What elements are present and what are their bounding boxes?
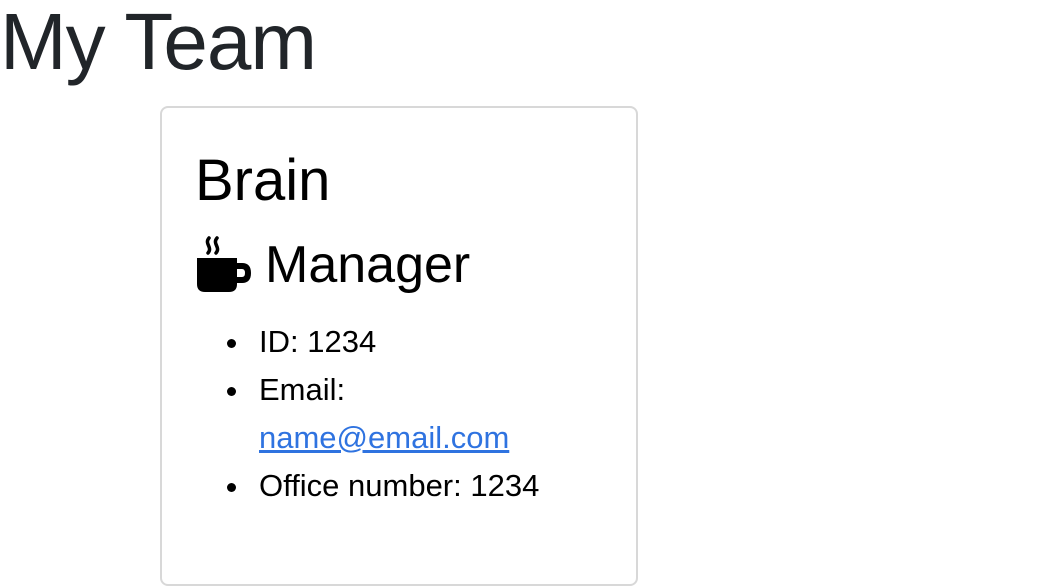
office-label: Office number: — [259, 468, 471, 503]
id-label: ID: — [259, 324, 308, 359]
office-value: 1234 — [470, 468, 540, 503]
email-link[interactable]: name@email.com — [259, 420, 509, 455]
list-item-id: ID: 1234 — [227, 318, 557, 366]
employee-info-list: ID: 1234 Email: name@email.com Office num… — [227, 318, 557, 510]
coffee-mug-icon — [195, 236, 253, 294]
list-item-office: Office number: 1234 — [227, 462, 557, 510]
page-title: My Team — [0, 0, 317, 86]
role-label: Manager — [265, 236, 471, 294]
list-item-email: Email: name@email.com — [227, 366, 557, 462]
id-value: 1234 — [307, 324, 377, 359]
email-label: Email: — [259, 372, 346, 407]
employee-role: Manager — [195, 234, 470, 296]
employee-card: Brain Manager ID: 1234 Email: name@email.… — [160, 106, 638, 586]
employee-name: Brain — [195, 148, 331, 213]
